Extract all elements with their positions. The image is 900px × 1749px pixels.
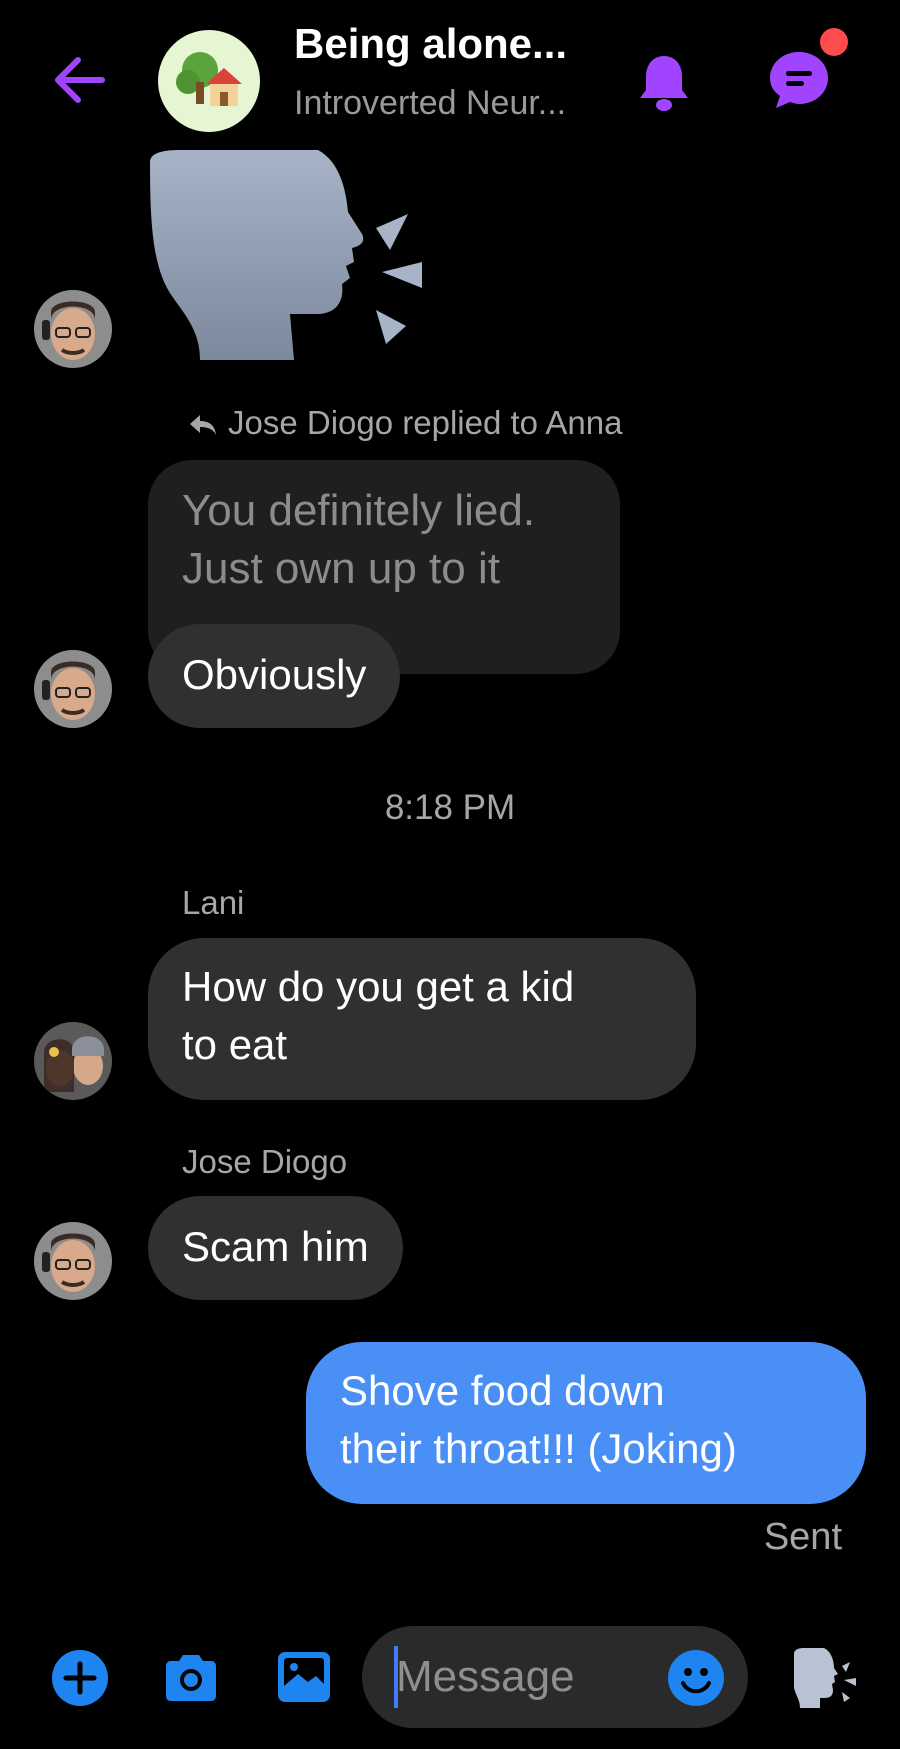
camera-icon[interactable] (162, 1652, 220, 1704)
emoji-icon[interactable] (668, 1650, 724, 1706)
speaking-head-icon[interactable] (140, 150, 440, 370)
avatar[interactable] (34, 650, 112, 728)
speaking-head-icon[interactable] (790, 1648, 862, 1708)
timestamp: 8:18 PM (384, 788, 516, 827)
chat-bubble-icon[interactable] (764, 46, 834, 112)
house-with-tree-icon (176, 52, 242, 106)
avatar[interactable] (34, 1222, 112, 1300)
message-bubble[interactable]: How do you get a kid to eat (148, 938, 696, 1100)
avatar[interactable] (34, 1022, 112, 1100)
reply-indicator: Jose Diogo replied to Anna (188, 404, 622, 442)
message-text-line1: How do you get a kid (182, 963, 575, 1010)
bell-icon[interactable] (636, 50, 692, 114)
back-arrow-icon[interactable] (50, 52, 110, 108)
conversation-title[interactable]: Being alone... (294, 20, 567, 68)
group-avatar[interactable] (158, 30, 260, 132)
quoted-text-line2: Just own up to it (182, 544, 500, 593)
delivery-status: Sent (763, 1516, 842, 1558)
message-input[interactable] (396, 1644, 656, 1710)
message-composer (362, 1626, 748, 1728)
text-cursor (394, 1646, 398, 1708)
conversation-subtitle[interactable]: Introverted Neur... (294, 84, 566, 123)
reply-label: Jose Diogo replied to Anna (228, 404, 623, 441)
message-text-line2: their throat!!! (Joking) (340, 1425, 737, 1472)
message-bubble[interactable]: Scam him (148, 1196, 403, 1300)
notification-dot (820, 28, 848, 56)
reply-arrow-icon (190, 415, 216, 436)
avatar[interactable] (34, 290, 112, 368)
message-text-line1: Shove food down (340, 1367, 665, 1414)
sender-name: Lani (182, 884, 245, 921)
conversation-header: Being alone... Introverted Neur... (0, 0, 900, 160)
my-message-bubble[interactable]: Shove food down their throat!!! (Joking) (306, 1342, 866, 1504)
sender-name: Jose Diogo (182, 1143, 348, 1180)
plus-icon[interactable] (52, 1650, 108, 1706)
message-bubble[interactable]: Obviously (148, 624, 401, 728)
quoted-text-line1: You definitely lied. (182, 486, 536, 535)
message-text-line2: to eat (182, 1021, 288, 1068)
image-icon[interactable] (276, 1650, 332, 1704)
